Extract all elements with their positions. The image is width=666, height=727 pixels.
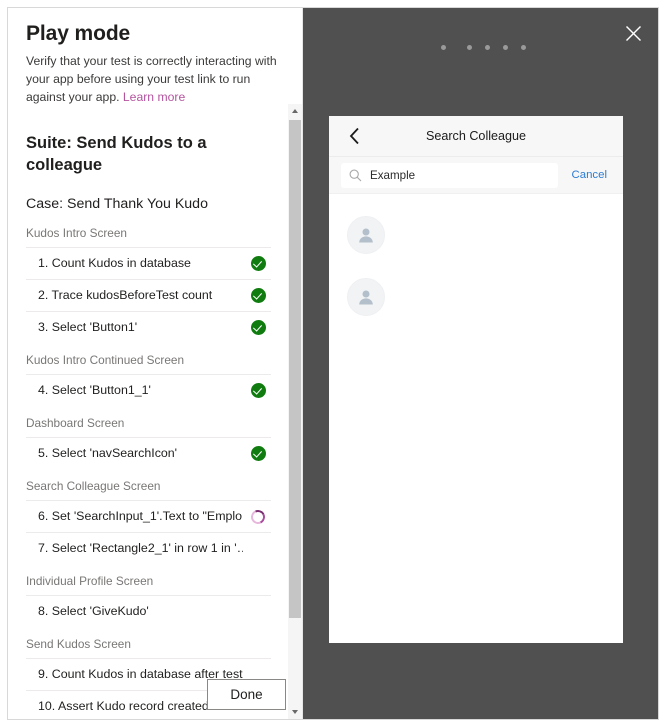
- app-search-bar: Example Cancel: [329, 157, 623, 194]
- spinner-icon: [249, 507, 267, 526]
- app-header-title: Search Colleague: [425, 129, 527, 143]
- check-circle-icon: [250, 446, 266, 461]
- dot-1: [441, 45, 446, 50]
- avatar: [347, 216, 385, 254]
- screen-group-label: Kudos Intro Continued Screen: [26, 353, 185, 367]
- test-step-row[interactable]: 1. Count Kudos in database: [26, 247, 271, 279]
- status-badge: [249, 319, 267, 337]
- test-step-label: 4. Select 'Button1_1': [38, 383, 151, 397]
- search-icon: [349, 169, 362, 182]
- case-title: Case: Send Thank You Kudo: [26, 196, 208, 212]
- suite-title: Suite: Send Kudos to a colleague: [26, 134, 207, 174]
- test-steps-pane: Play mode Verify that your test is corre…: [8, 8, 303, 719]
- dot-3: [485, 45, 490, 50]
- search-results-list: [329, 194, 623, 328]
- test-step-row[interactable]: 8. Select 'GiveKudo': [26, 595, 271, 627]
- play-mode-intro: Play mode Verify that your test is corre…: [8, 8, 302, 106]
- dot-5: [521, 45, 526, 50]
- loading-dots-indicator: [303, 45, 658, 50]
- test-step-row[interactable]: 4. Select 'Button1_1': [26, 374, 271, 406]
- done-button[interactable]: Done: [207, 679, 286, 710]
- list-item[interactable]: [329, 204, 623, 266]
- check-circle-icon: [250, 383, 266, 398]
- screen-group-label: Dashboard Screen: [26, 416, 125, 430]
- status-badge: [249, 507, 267, 526]
- screen-group-label: Search Colleague Screen: [26, 479, 161, 493]
- test-step-label: 1. Count Kudos in database: [38, 256, 191, 270]
- app-player-pane: Search Colleague Example Cancel: [303, 8, 658, 719]
- dot-2: [467, 45, 472, 50]
- status-badge: [249, 603, 267, 621]
- test-step-row[interactable]: 3. Select 'Button1': [26, 311, 271, 343]
- scroll-down-arrow-icon[interactable]: [288, 705, 302, 719]
- page-title: Play mode: [26, 22, 131, 45]
- status-badge: [249, 287, 267, 305]
- learn-more-link[interactable]: Learn more: [123, 90, 185, 104]
- scrollbar-thumb[interactable]: [289, 120, 301, 618]
- close-icon: [625, 25, 641, 41]
- test-step-label: 2. Trace kudosBeforeTest count: [38, 288, 213, 302]
- test-step-row[interactable]: 5. Select 'navSearchIcon': [26, 437, 271, 469]
- play-mode-description: Verify that your test is correctly inter…: [26, 52, 284, 106]
- app-preview-canvas: Search Colleague Example Cancel: [329, 116, 623, 643]
- app-header: Search Colleague: [329, 116, 623, 157]
- test-step-row[interactable]: 7. Select 'Rectangle2_1' in row 1 in '…: [26, 532, 271, 564]
- status-badge: [249, 255, 267, 273]
- screen-group-label: Individual Profile Screen: [26, 574, 154, 588]
- screen-group-label: Send Kudos Screen: [26, 637, 131, 651]
- test-step-label: 5. Select 'navSearchIcon': [38, 446, 178, 460]
- test-step-row[interactable]: 2. Trace kudosBeforeTest count: [26, 279, 271, 311]
- avatar: [347, 278, 385, 316]
- test-steps-scrollbar[interactable]: [288, 104, 302, 719]
- test-step-label: 6. Set 'SearchInput_1'.Text to "Emplo…: [38, 509, 243, 523]
- screenshot-root: Play mode Verify that your test is corre…: [0, 0, 666, 727]
- test-steps-scroll-region: Suite: Send Kudos to a colleague Case: S…: [8, 104, 303, 719]
- test-step-row[interactable]: 6. Set 'SearchInput_1'.Text to "Emplo…: [26, 500, 271, 532]
- search-input-value: Example: [370, 168, 416, 182]
- check-circle-icon: [250, 320, 266, 335]
- search-input[interactable]: Example: [341, 162, 558, 188]
- person-icon: [359, 228, 373, 243]
- list-item[interactable]: [329, 266, 623, 328]
- status-badge: [249, 445, 267, 463]
- status-badge: [249, 540, 267, 558]
- test-step-label: 3. Select 'Button1': [38, 320, 138, 334]
- scroll-up-arrow-icon[interactable]: [288, 104, 302, 118]
- chevron-left-icon: [349, 127, 359, 145]
- dot-4: [503, 45, 508, 50]
- test-step-label: 7. Select 'Rectangle2_1' in row 1 in '…: [38, 541, 243, 555]
- play-mode-dialog: Play mode Verify that your test is corre…: [7, 7, 659, 720]
- screen-group-label: Kudos Intro Screen: [26, 226, 127, 240]
- person-icon: [359, 290, 373, 305]
- done-button-container: Done: [207, 679, 286, 710]
- test-steps-list: Suite: Send Kudos to a colleague Case: S…: [8, 104, 289, 719]
- check-circle-icon: [250, 256, 266, 271]
- search-cancel-link[interactable]: Cancel: [564, 169, 613, 181]
- status-badge: [249, 382, 267, 400]
- back-button[interactable]: [341, 123, 367, 149]
- check-circle-icon: [250, 288, 266, 303]
- test-step-label: 8. Select 'GiveKudo': [38, 604, 149, 618]
